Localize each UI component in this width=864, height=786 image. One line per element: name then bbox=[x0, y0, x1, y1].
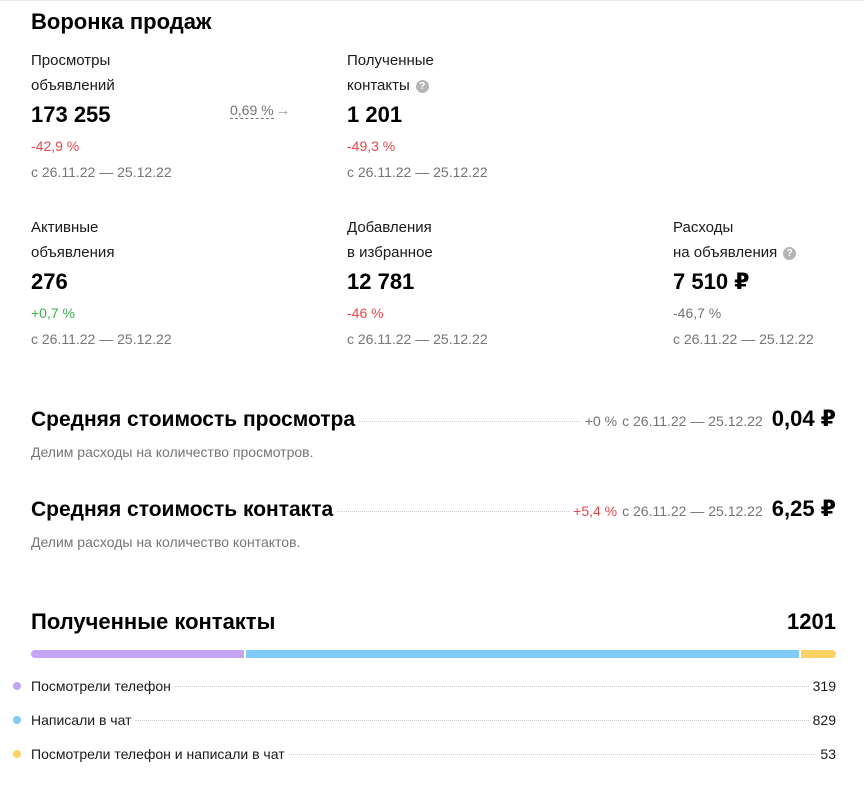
metric-label-text: контакты bbox=[347, 77, 410, 94]
metric-label-line1: Полученные bbox=[347, 52, 434, 69]
legend-label: Посмотрели телефон bbox=[31, 678, 171, 694]
conversion-value: 0,69 % bbox=[230, 102, 274, 119]
avg-cost-contact-row: Средняя стоимость контакта +5,4 % с 26.11… bbox=[31, 496, 836, 522]
funnel-title: Воронка продаж bbox=[31, 9, 212, 34]
received-contacts-total: 1201 bbox=[787, 609, 836, 634]
legend-item: Посмотрели телефон и написали в чат 53 bbox=[13, 746, 836, 780]
avg-cost-contact-meta: +5,4 % с 26.11.22 — 25.12.22 bbox=[573, 503, 763, 519]
metric-label-line1: Просмотры bbox=[31, 52, 111, 69]
metric-value: 276 bbox=[31, 269, 68, 294]
dotted-leader bbox=[174, 686, 809, 687]
avg-cost-view-value: 0,04 ₽ bbox=[771, 406, 836, 431]
metric-label-line1: Активные bbox=[31, 219, 99, 236]
avg-cost-contact-title: Средняя стоимость контакта bbox=[31, 498, 334, 521]
dotted-leader bbox=[288, 754, 817, 755]
avg-cost-view-row: Средняя стоимость просмотра +0 % с 26.11.… bbox=[31, 406, 836, 432]
metric-label-text: на объявления bbox=[673, 244, 778, 261]
legend-label: Написали в чат bbox=[31, 712, 132, 728]
metric-contacts: Полученные контакты? 1 201 -49,3 % с 26.… bbox=[347, 48, 488, 181]
contacts-distribution-bar bbox=[31, 650, 836, 658]
legend-item: Посмотрели телефон 319 bbox=[13, 678, 836, 712]
conversion-rate-link[interactable]: 0,69 % → bbox=[230, 102, 291, 119]
metric-period: с 26.11.22 — 25.12.22 bbox=[673, 331, 814, 347]
avg-cost-view-description: Делим расходы на количество просмотров. bbox=[31, 444, 314, 460]
dotted-leader bbox=[359, 421, 581, 422]
received-contacts-title: Полученные контакты bbox=[31, 609, 276, 634]
avg-cost-contact-description: Делим расходы на количество контактов. bbox=[31, 534, 301, 550]
avg-cost-contact-value: 6,25 ₽ bbox=[771, 496, 836, 521]
legend-item: Написали в чат 829 bbox=[13, 712, 836, 746]
legend-dot-icon bbox=[13, 716, 21, 724]
metric-change: +0,7 % bbox=[31, 305, 75, 321]
metric-value: 173 255 bbox=[31, 102, 111, 127]
info-icon[interactable]: ? bbox=[783, 247, 797, 260]
metric-change: -46,7 % bbox=[673, 305, 722, 321]
metric-period: с 26.11.22 — 25.12.22 bbox=[31, 331, 172, 347]
metric-value: 1 201 bbox=[347, 102, 403, 127]
metric-views: Просмотры объявлений 173 255 -42,9 % с 2… bbox=[31, 48, 172, 181]
metric-period: с 26.11.22 — 25.12.22 bbox=[31, 164, 172, 180]
metric-label-line1: Расходы bbox=[673, 219, 734, 236]
metric-label-line2: контакты? bbox=[347, 73, 488, 98]
avg-cost-contact-period: с 26.11.22 — 25.12.22 bbox=[622, 503, 763, 519]
legend-label: Посмотрели телефон и написали в чат bbox=[31, 746, 285, 762]
avg-cost-view-title: Средняя стоимость просмотра bbox=[31, 408, 356, 431]
info-icon[interactable]: ? bbox=[415, 80, 429, 93]
metric-change: -42,9 % bbox=[31, 138, 80, 154]
metric-period: с 26.11.22 — 25.12.22 bbox=[347, 164, 488, 180]
avg-cost-view-period: с 26.11.22 — 25.12.22 bbox=[622, 413, 763, 429]
metric-value: 12 781 bbox=[347, 269, 415, 294]
legend-count: 319 bbox=[812, 678, 836, 694]
legend-count: 53 bbox=[820, 746, 836, 762]
metric-label-line2: объявлений bbox=[31, 77, 115, 94]
bar-segment bbox=[800, 650, 836, 658]
legend-count: 829 bbox=[812, 712, 836, 728]
metric-label-line2: объявления bbox=[31, 244, 115, 261]
metric-change: -46 % bbox=[347, 305, 384, 321]
contacts-legend: Посмотрели телефон 319 Написали в чат 829 По… bbox=[13, 678, 836, 780]
bar-segment bbox=[31, 650, 244, 658]
metric-label-line1: Добавления bbox=[347, 219, 432, 236]
metric-expenses: Расходы на объявления? 7 510 ₽ -46,7 % с… bbox=[673, 215, 814, 348]
metric-favorites: Добавления в избранное 12 781 -46 % с 26… bbox=[347, 215, 488, 348]
metric-period: с 26.11.22 — 25.12.22 bbox=[347, 331, 488, 347]
metric-active-listings: Активные объявления 276 +0,7 % с 26.11.2… bbox=[31, 215, 172, 348]
bar-segment bbox=[245, 650, 799, 658]
metric-change: -49,3 % bbox=[347, 138, 396, 154]
legend-dot-icon bbox=[13, 750, 21, 758]
sales-funnel-page: Воронка продаж Просмотры объявлений 173 … bbox=[0, 0, 864, 786]
avg-cost-contact-change: +5,4 % bbox=[573, 503, 618, 519]
dotted-leader bbox=[337, 511, 570, 512]
avg-cost-view-meta: +0 % с 26.11.22 — 25.12.22 bbox=[585, 413, 763, 429]
metric-label-line2: на объявления? bbox=[673, 240, 814, 265]
legend-dot-icon bbox=[13, 682, 21, 690]
avg-cost-view-change: +0 % bbox=[584, 413, 618, 429]
metric-value: 7 510 ₽ bbox=[673, 269, 750, 294]
metric-label-line2: в избранное bbox=[347, 244, 433, 261]
arrow-right-icon: → bbox=[275, 102, 291, 119]
dotted-leader bbox=[135, 720, 809, 721]
